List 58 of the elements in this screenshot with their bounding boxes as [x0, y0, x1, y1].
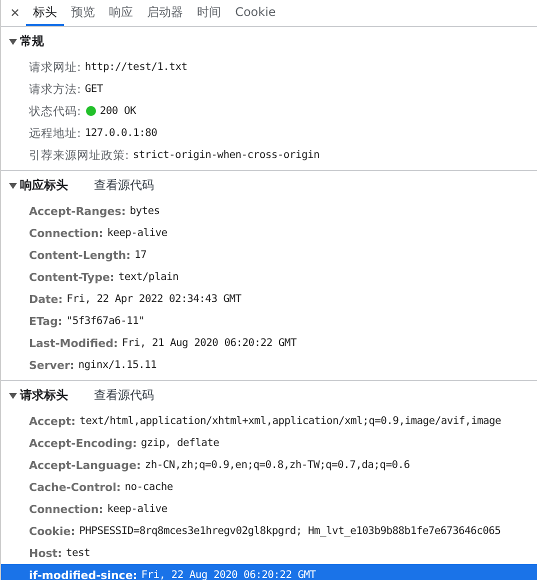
field-name: Content-Type: [29, 270, 114, 284]
tab[interactable]: 时间 [190, 0, 228, 26]
field-name: Content-Length: [29, 248, 130, 262]
field-name: Date: [29, 292, 63, 306]
field-name: Host: [29, 546, 62, 560]
field-value: PHPSESSID=8rq8mces3e1hregv02gl8kpgrd; Hm_lvt_e103b9b88b1fe7e673646c065 [79, 525, 501, 537]
field-value: Fri, 22 Aug 2020 06:20:22 GMT [141, 569, 316, 580]
field-value: text/html,application/xhtml+xml,application/xml;q=0.9,image/avif,image [80, 415, 502, 427]
triangle-icon [9, 38, 17, 44]
field-value: Fri, 21 Aug 2020 06:20:22 GMT [122, 337, 296, 349]
field-value: keep-alive [107, 227, 168, 239]
section-toggle[interactable]: 常规 [1, 33, 44, 50]
field-value: 200 OK [100, 105, 136, 117]
tab[interactable]: 预览 [64, 0, 102, 26]
view-source-link[interactable]: 查看源代码 [94, 177, 154, 194]
field-name: Accept-Language: [29, 458, 141, 472]
field-value: text/plain [118, 271, 179, 283]
field-name: Cookie: [29, 524, 76, 538]
field-value: http://test/1.txt [84, 61, 188, 73]
close-button[interactable]: ✕ [1, 0, 26, 26]
field-name: 请求网址: [29, 60, 81, 74]
selected-row[interactable]: if-modified-since: Fri, 22 Aug 2020 06:20:22 GMT [1, 564, 537, 580]
field-value: zh-CN,zh;q=0.9,en;q=0.8,zh-TW;q=0.7,da;q=0.6 [144, 459, 410, 471]
triangle-icon [9, 182, 17, 188]
field-name: Server: [29, 358, 74, 372]
section-toggle[interactable]: 响应标头 [1, 177, 68, 194]
tab[interactable]: 启动器 [140, 0, 190, 26]
field-name: 引荐来源网址政策: [29, 148, 129, 162]
field-name: Accept: [29, 414, 76, 428]
view-source-link[interactable]: 查看源代码 [94, 387, 154, 404]
field-name: Connection: [29, 502, 104, 516]
field-name: if-modified-since: [29, 568, 138, 580]
field-value: 17 [134, 249, 147, 261]
field-value: keep-alive [107, 503, 168, 515]
field-name: Connection: [29, 226, 104, 240]
field-value: test [66, 547, 90, 559]
field-name: 请求方法: [29, 82, 81, 96]
tab[interactable]: 响应 [102, 0, 140, 26]
triangle-icon [9, 392, 17, 398]
tab[interactable]: Cookie [228, 0, 283, 26]
field-name: Last-Modified: [29, 336, 118, 350]
tab[interactable]: 标头 [26, 0, 64, 26]
field-name: 状态代码: [29, 104, 81, 118]
field-name: ETag: [29, 314, 62, 328]
section-toggle[interactable]: 请求标头 [1, 387, 68, 404]
field-value: bytes [130, 205, 160, 217]
field-name: 远程地址: [29, 126, 81, 140]
field-name: Accept-Encoding: [29, 436, 137, 450]
field-value: gzip, deflate [140, 437, 220, 449]
field-value: strict-origin-when-cross-origin [132, 149, 320, 161]
field-value: nginx/1.15.11 [78, 359, 157, 371]
field-value: no-cache [124, 481, 173, 493]
field-value: GET [84, 83, 103, 95]
field-value: Fri, 22 Apr 2022 02:34:43 GMT [66, 293, 242, 305]
field-value: "5f3f67a6-11" [66, 315, 145, 327]
field-name: Accept-Ranges: [29, 204, 126, 218]
field-value: 127.0.0.1:80 [84, 127, 158, 139]
field-name: Cache-Control: [29, 480, 121, 494]
